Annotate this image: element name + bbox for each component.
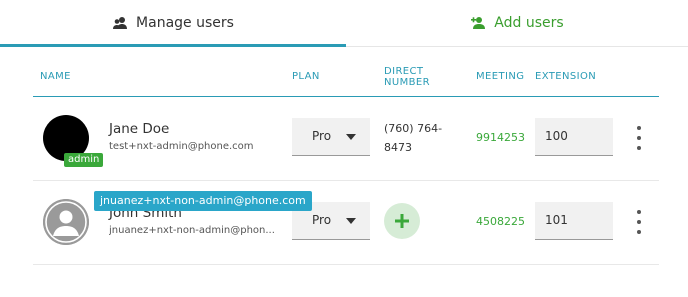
extension-field[interactable]: 101 bbox=[535, 202, 613, 240]
tab-manage-users-label: Manage users bbox=[136, 15, 234, 31]
active-tab-indicator bbox=[0, 44, 346, 47]
add-number-button[interactable] bbox=[384, 203, 420, 239]
more-vertical-icon[interactable] bbox=[634, 210, 644, 234]
admin-badge: admin bbox=[64, 153, 104, 167]
direct-number: (760) 764- 8473 bbox=[384, 119, 442, 157]
column-header-direct-number: DIRECT NUMBER bbox=[384, 66, 430, 88]
tab-add-users[interactable]: Add users bbox=[346, 0, 688, 46]
column-header-direct-line1: DIRECT bbox=[384, 66, 424, 77]
direct-number-line1: (760) 764- bbox=[384, 122, 443, 135]
email-tooltip: jnuanez+nxt-non-admin@phone.com bbox=[94, 191, 312, 211]
extension-value: 101 bbox=[545, 213, 568, 227]
tab-manage-users[interactable]: Manage users bbox=[0, 0, 346, 47]
column-header-meeting: MEETING bbox=[476, 71, 525, 82]
plan-select-value: Pro bbox=[312, 213, 332, 227]
tab-add-users-label: Add users bbox=[494, 15, 564, 31]
plus-icon bbox=[395, 214, 409, 228]
extension-value: 100 bbox=[545, 129, 568, 143]
more-vertical-icon[interactable] bbox=[634, 126, 644, 150]
meeting-id[interactable]: 9914253 bbox=[476, 131, 525, 144]
users-icon bbox=[112, 16, 128, 30]
table-row: admin Jane Doe test+nxt-admin@phone.com … bbox=[33, 97, 659, 181]
plan-select-value: Pro bbox=[312, 129, 332, 143]
column-header-plan: PLAN bbox=[292, 71, 320, 82]
column-header-extension: EXTENSION bbox=[535, 71, 597, 82]
table-header: NAME PLAN DIRECT NUMBER MEETING EXTENSIO… bbox=[33, 60, 659, 97]
plan-select[interactable]: Pro bbox=[292, 118, 370, 156]
caret-down-icon bbox=[346, 218, 356, 224]
column-header-name: NAME bbox=[40, 71, 71, 82]
avatar bbox=[43, 199, 89, 245]
user-name: Jane Doe bbox=[109, 121, 170, 137]
tab-bar: Manage users Add users bbox=[0, 0, 688, 47]
extension-field[interactable]: 100 bbox=[535, 118, 613, 156]
meeting-id[interactable]: 4508225 bbox=[476, 215, 525, 228]
caret-down-icon bbox=[346, 134, 356, 140]
column-header-direct-line2: NUMBER bbox=[384, 77, 430, 88]
user-email: jnuanez+nxt-non-admin@phon... bbox=[109, 225, 275, 236]
direct-number-line2: 8473 bbox=[384, 141, 412, 154]
user-email: test+nxt-admin@phone.com bbox=[109, 141, 254, 152]
add-user-icon bbox=[470, 16, 486, 30]
person-silhouette-icon bbox=[43, 199, 89, 245]
